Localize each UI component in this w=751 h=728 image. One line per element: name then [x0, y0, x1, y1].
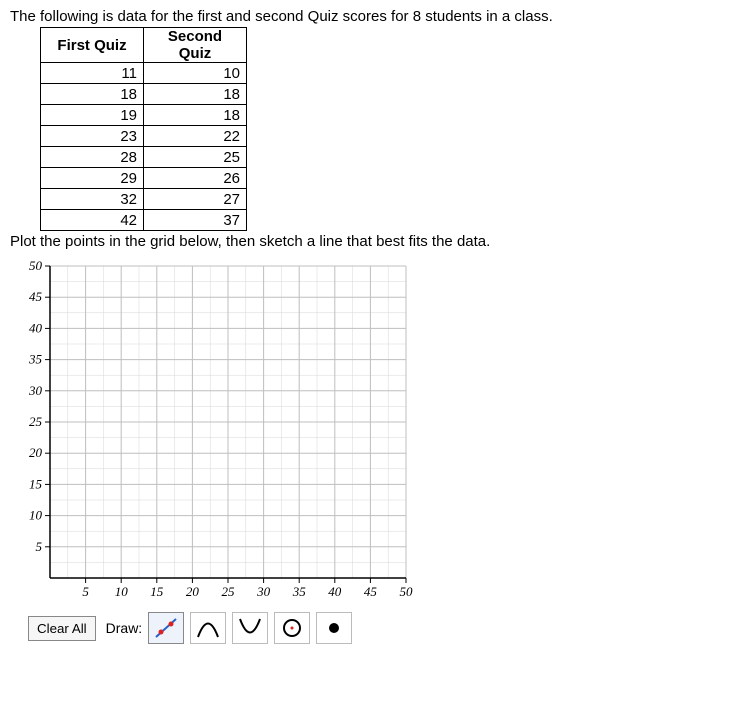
data-table: First Quiz Second Quiz 11101818191823222… [40, 27, 247, 231]
svg-text:25: 25 [29, 414, 43, 429]
table-row: 1918 [41, 105, 247, 126]
svg-text:20: 20 [29, 445, 43, 460]
svg-text:15: 15 [150, 584, 164, 599]
table-cell: 32 [41, 189, 144, 210]
table-cell: 18 [144, 84, 247, 105]
table-cell: 42 [41, 210, 144, 231]
table-cell: 22 [144, 126, 247, 147]
svg-text:25: 25 [222, 584, 236, 599]
table-cell: 11 [41, 63, 144, 84]
table-cell: 26 [144, 168, 247, 189]
arch-down-icon [237, 616, 263, 640]
svg-text:45: 45 [364, 584, 378, 599]
table-row: 2322 [41, 126, 247, 147]
intro-text: The following is data for the first and … [10, 8, 741, 25]
svg-text:50: 50 [29, 258, 43, 273]
tool-dot[interactable] [316, 612, 352, 644]
svg-text:45: 45 [29, 289, 43, 304]
svg-text:15: 15 [29, 476, 43, 491]
svg-text:5: 5 [82, 584, 89, 599]
table-row: 1818 [41, 84, 247, 105]
clear-all-button[interactable]: Clear All [28, 616, 96, 641]
table-cell: 28 [41, 147, 144, 168]
svg-text:10: 10 [29, 508, 43, 523]
tool-parabola-up[interactable] [190, 612, 226, 644]
table-cell: 25 [144, 147, 247, 168]
col-header-2: Second Quiz [144, 28, 247, 63]
svg-text:50: 50 [400, 584, 414, 599]
table-cell: 37 [144, 210, 247, 231]
table-row: 3227 [41, 189, 247, 210]
draw-label: Draw: [106, 620, 143, 636]
table-row: 2825 [41, 147, 247, 168]
svg-text:40: 40 [29, 320, 43, 335]
svg-text:10: 10 [115, 584, 129, 599]
svg-text:30: 30 [256, 584, 271, 599]
table-cell: 10 [144, 63, 247, 84]
plot-grid[interactable]: 5 10 15 20 25 30 35 40 45 50 5 10 15 20 25 30 35 40 45 50 [16, 256, 741, 606]
table-row: 1110 [41, 63, 247, 84]
svg-text:40: 40 [328, 584, 342, 599]
table-cell: 19 [41, 105, 144, 126]
tool-open-circle[interactable] [274, 612, 310, 644]
tool-line[interactable] [148, 612, 184, 644]
table-cell: 18 [144, 105, 247, 126]
table-cell: 18 [41, 84, 144, 105]
table-row: 4237 [41, 210, 247, 231]
table-row: 2926 [41, 168, 247, 189]
svg-text:30: 30 [28, 383, 43, 398]
instruction-text: Plot the points in the grid below, then … [10, 233, 741, 250]
col-header-1: First Quiz [41, 28, 144, 63]
draw-toolbar: Clear All Draw: [28, 612, 741, 644]
svg-text:20: 20 [186, 584, 200, 599]
arch-up-icon [195, 616, 221, 640]
tool-parabola-down[interactable] [232, 612, 268, 644]
svg-text:5: 5 [36, 539, 43, 554]
line-with-points-icon [153, 616, 179, 640]
filled-dot-icon [321, 616, 347, 640]
table-cell: 23 [41, 126, 144, 147]
svg-text:35: 35 [292, 584, 307, 599]
open-circle-icon [279, 616, 305, 640]
table-cell: 29 [41, 168, 144, 189]
svg-text:35: 35 [28, 352, 43, 367]
table-cell: 27 [144, 189, 247, 210]
